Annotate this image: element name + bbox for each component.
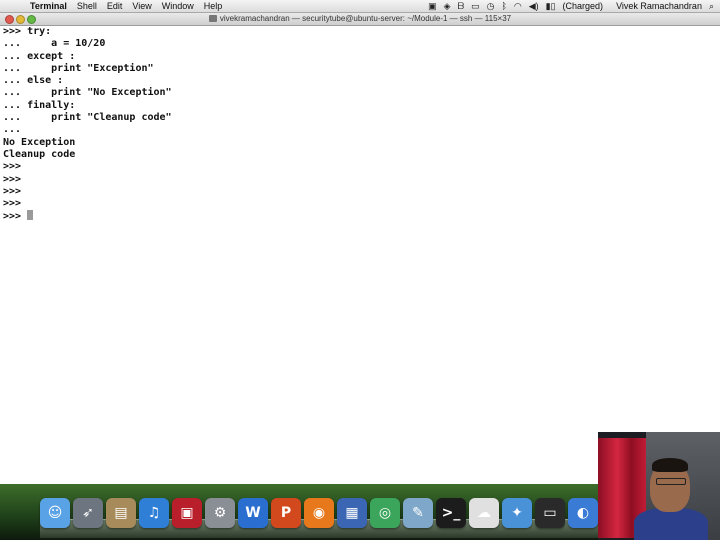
terminal-line: ... a = 10/20: [3, 38, 106, 50]
terminal-line: >>> try:: [3, 26, 52, 37]
menu-bar: Terminal Shell Edit View Window Help ▣ ◈…: [0, 0, 720, 13]
home-folder-icon: [208, 15, 217, 22]
text-cursor: [27, 210, 34, 221]
terminal-line: >>>: [3, 161, 22, 173]
launchpad-icon[interactable]: ➶: [73, 498, 103, 528]
xcode-icon[interactable]: ✎: [403, 498, 433, 528]
photo-booth-icon[interactable]: ▣: [172, 498, 202, 528]
safari-icon[interactable]: ✦: [502, 498, 532, 528]
menu-view[interactable]: View: [132, 1, 151, 11]
system-preferences-icon[interactable]: ⚙: [205, 498, 235, 528]
terminal-line: ... finally:: [3, 99, 76, 111]
menu-window[interactable]: Window: [162, 1, 194, 11]
webcam-overlay: [598, 432, 720, 540]
window-title-bar[interactable]: vivekramachandran — securitytube@ubuntu-…: [0, 13, 720, 26]
b-icon[interactable]: ᗷ: [458, 1, 465, 12]
preview-icon[interactable]: ▤: [106, 498, 136, 528]
terminal-line: ...: [3, 124, 22, 136]
menu-shell[interactable]: Shell: [77, 1, 97, 11]
bookmark-icon[interactable]: ▣: [428, 1, 437, 12]
window-title-text: vivekramachandran — securitytube@ubuntu-…: [219, 14, 512, 23]
time-machine-icon[interactable]: ◷: [487, 1, 495, 12]
webcam-person-hair: [652, 458, 688, 472]
wifi-icon[interactable]: ◠: [514, 1, 522, 12]
firefox-icon[interactable]: ◉: [304, 498, 334, 528]
webcam-person-glasses: [656, 478, 686, 485]
menu-terminal[interactable]: Terminal: [30, 1, 67, 11]
battery-icon[interactable]: ▮▯: [546, 1, 556, 12]
terminal-line: >>>: [3, 185, 22, 197]
webcam-person-shirt: [634, 508, 708, 540]
window-title: vivekramachandran — securitytube@ubuntu-…: [0, 13, 720, 25]
terminal-content[interactable]: >>> try: ... a = 10/20 ... except : ... …: [0, 26, 720, 484]
finder-icon[interactable]: ☺: [40, 498, 70, 528]
bluetooth-icon[interactable]: ᛒ: [501, 1, 506, 11]
terminal-line: ... except :: [3, 50, 76, 62]
volume-icon[interactable]: ◀): [529, 1, 539, 12]
terminal-line: No Exception: [3, 136, 76, 148]
powerpoint-icon[interactable]: P: [271, 498, 301, 528]
display-icon[interactable]: ▭: [471, 1, 480, 12]
chrome-icon[interactable]: ◎: [370, 498, 400, 528]
misc-app-icon[interactable]: ◐: [568, 498, 598, 528]
terminal-line: >>>: [3, 173, 22, 185]
terminal-line: ... else :: [3, 75, 64, 87]
display-app-icon[interactable]: ▭: [535, 498, 565, 528]
terminal-line: ... print "Cleanup code": [3, 112, 172, 124]
menu-help[interactable]: Help: [204, 1, 223, 11]
terminal-icon[interactable]: >_: [436, 498, 466, 528]
terminal-prompt: >>>: [3, 211, 28, 223]
terminal-line: ... print "No Exception": [3, 87, 172, 99]
virtualbox-icon[interactable]: ▦: [337, 498, 367, 528]
word-icon[interactable]: W: [238, 498, 268, 528]
terminal-line: >>>: [3, 198, 22, 210]
status-area: ▣ ◈ ᗷ ▭ ◷ ᛒ ◠ ◀) ▮▯ (Charged) Vivek Rama…: [428, 1, 720, 12]
spotlight-icon[interactable]: ⌕: [709, 1, 714, 12]
menu-edit[interactable]: Edit: [107, 1, 123, 11]
itunes-icon[interactable]: ♫: [139, 498, 169, 528]
dropbox-icon[interactable]: ◈: [444, 1, 451, 12]
terminal-prompt-line[interactable]: >>>: [3, 210, 172, 222]
user-name[interactable]: Vivek Ramachandran: [616, 1, 702, 11]
terminal-line: Cleanup code: [3, 148, 76, 160]
terminal-output: >>> try: ... a = 10/20 ... except : ... …: [3, 26, 172, 223]
battery-status: (Charged): [562, 1, 604, 11]
dock: ☺ ➶ ▤ ♫ ▣ ⚙ W P ◉ ▦ ◎ ✎ >_ ☁ ✦ ▭ ◐: [40, 498, 600, 534]
terminal-line: ... print "Exception": [3, 62, 154, 74]
sheep-icon[interactable]: ☁: [469, 498, 499, 528]
